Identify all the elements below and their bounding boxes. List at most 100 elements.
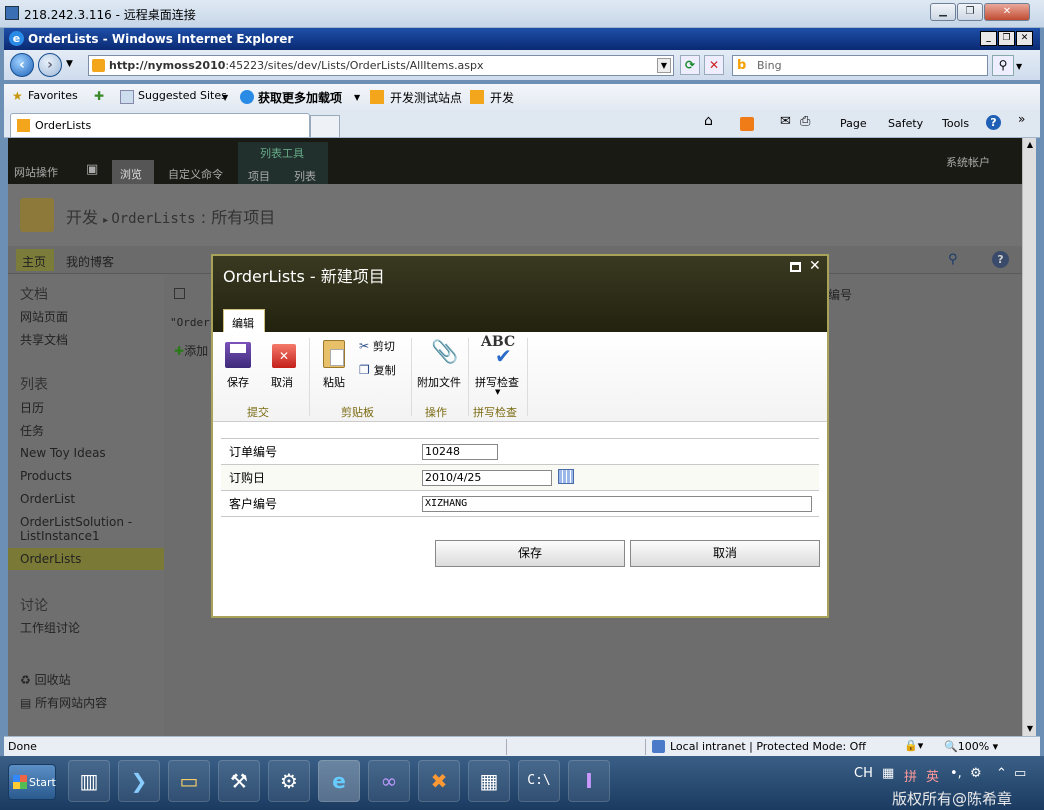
calendar-icon[interactable] xyxy=(558,469,574,484)
home-icon[interactable]: ⌂ xyxy=(704,113,713,129)
sp-search-icon[interactable]: ⚲ xyxy=(948,252,958,267)
internet-explorer-icon[interactable]: e xyxy=(318,760,360,802)
order-date-input[interactable]: 2010/4/25 xyxy=(422,470,552,486)
breadcrumb-list[interactable]: OrderLists xyxy=(111,211,195,227)
tab-list[interactable]: 列表 xyxy=(294,168,316,184)
zoom-control[interactable]: 🔍100% ▾ xyxy=(944,740,998,753)
rss-icon[interactable] xyxy=(740,117,754,131)
scroll-up-icon[interactable]: ▲ xyxy=(1024,138,1036,152)
ie-minimize-icon[interactable]: _ xyxy=(980,31,997,46)
leftnav-recycle-bin[interactable]: ♻ 回收站 xyxy=(20,671,71,688)
ribbon-paste-button[interactable]: 粘贴 xyxy=(317,338,353,389)
language-indicator[interactable]: CH xyxy=(854,766,873,781)
help-icon[interactable]: ? xyxy=(986,115,1001,130)
url-dropdown-icon[interactable]: ▼ xyxy=(657,58,671,73)
order-number-input[interactable]: 10248 xyxy=(422,444,498,460)
dialog-close-icon[interactable]: ✕ xyxy=(809,258,821,274)
addons-dropdown-icon[interactable]: ▼ xyxy=(354,93,360,102)
print-icon[interactable]: ⎙ xyxy=(800,114,810,129)
fav-suggested-sites[interactable]: Suggested Sites xyxy=(138,89,227,102)
ime-pinyin-icon[interactable]: 拼 xyxy=(904,766,917,785)
ribbon-copy-button[interactable]: ❐ 复制 xyxy=(359,362,396,378)
site-actions-menu[interactable]: 网站操作 xyxy=(14,164,58,180)
leftnav-products[interactable]: Products xyxy=(20,469,72,483)
start-button[interactable]: Start xyxy=(8,764,56,800)
leftnav-calendar[interactable]: 日历 xyxy=(20,399,44,416)
scroll-down-icon[interactable]: ▼ xyxy=(1024,722,1036,736)
leftnav-disc-heading[interactable]: 讨论 xyxy=(20,595,48,615)
spellcheck-dropdown-icon[interactable]: ▼ xyxy=(495,388,500,396)
network-icon[interactable]: ▦ xyxy=(468,760,510,802)
breadcrumb-site[interactable]: 开发 xyxy=(66,208,98,227)
visual-studio-icon[interactable]: ∞ xyxy=(368,760,410,802)
add-favorite-icon[interactable]: ✚ xyxy=(94,89,104,103)
ime-mode[interactable]: 英 xyxy=(926,766,939,785)
fav-dev[interactable]: 开发 xyxy=(490,89,514,106)
tab-edit[interactable]: 编辑 xyxy=(223,309,265,332)
history-dropdown-icon[interactable]: ▼ xyxy=(66,59,73,69)
command-prompt-icon[interactable]: C:\ xyxy=(518,760,560,802)
security-zone[interactable]: Local intranet | Protected Mode: Off xyxy=(670,740,866,753)
fav-get-addons[interactable]: 获取更多加载项 xyxy=(258,89,342,106)
rdp-title-bar[interactable]: 218.242.3.116 - 远程桌面连接 ▁ ❐ ✕ xyxy=(0,0,1044,28)
protected-mode-icon[interactable]: 🔒▾ xyxy=(904,739,923,752)
ie-restore-icon[interactable]: ❐ xyxy=(998,31,1015,46)
search-input[interactable]: b Bing xyxy=(732,55,988,76)
close-icon[interactable]: ✕ xyxy=(984,3,1030,21)
chevron-more-icon[interactable]: » xyxy=(1018,112,1025,126)
back-arrow-icon[interactable]: ‹ xyxy=(10,53,34,77)
select-all-checkbox[interactable] xyxy=(174,288,185,299)
breadcrumb-view[interactable]: 所有项目 xyxy=(211,208,275,227)
leftnav-shared-docs[interactable]: 共享文档 xyxy=(20,331,68,348)
stop-icon[interactable]: ✕ xyxy=(704,55,724,75)
infopath-icon[interactable]: I xyxy=(568,760,610,802)
ribbon-cancel-button[interactable]: ✕ 取消 xyxy=(267,338,303,389)
leftnav-tasks[interactable]: 任务 xyxy=(20,422,44,439)
mail-icon[interactable]: ✉ xyxy=(780,114,791,129)
ribbon-save-button[interactable]: 保存 xyxy=(221,338,257,389)
ribbon-spellcheck-button[interactable]: ABC ✔ 拼写检查 ▼ xyxy=(473,334,525,398)
ime-punct-icon[interactable]: •, xyxy=(950,766,962,781)
leftnav-site-pages[interactable]: 网站页面 xyxy=(20,308,68,325)
tools-icon[interactable]: ⚒ xyxy=(218,760,260,802)
add-new-item-link[interactable]: ✚添加 xyxy=(174,342,208,359)
page-menu[interactable]: Page xyxy=(840,117,867,130)
navigate-up-icon[interactable]: ▣ xyxy=(86,162,98,177)
ribbon-cut-button[interactable]: ✂ 剪切 xyxy=(359,338,395,354)
leftnav-team-discussion[interactable]: 工作组讨论 xyxy=(20,619,80,636)
leftnav-orderlist[interactable]: OrderList xyxy=(20,492,75,506)
forward-arrow-icon[interactable]: › xyxy=(38,53,62,77)
leftnav-orderlists-selected[interactable]: OrderLists xyxy=(8,548,164,570)
topnav-home[interactable]: 主页 xyxy=(16,249,54,271)
favorites-button[interactable]: Favorites xyxy=(28,89,78,102)
suggested-dropdown-icon[interactable]: ▼ xyxy=(222,93,228,102)
url-input[interactable]: http://nymoss2010:45223/sites/dev/Lists/… xyxy=(88,55,674,76)
search-icon[interactable]: ⚲ xyxy=(992,55,1014,76)
settings-gear-icon[interactable]: ⚙ xyxy=(268,760,310,802)
show-desktop-icon[interactable]: ▭ xyxy=(1014,766,1026,781)
refresh-icon[interactable]: ⟳ xyxy=(680,55,700,75)
tab-items[interactable]: 项目 xyxy=(248,168,270,184)
leftnav-orderlist-solution[interactable]: OrderListSolution - ListInstance1 xyxy=(20,515,152,543)
toolbox-icon[interactable]: ✖ xyxy=(418,760,460,802)
tools-menu[interactable]: Tools xyxy=(942,117,969,130)
fav-dev-test-site[interactable]: 开发测试站点 xyxy=(390,89,462,106)
tab-custom-commands[interactable]: 自定义命令 xyxy=(168,166,223,182)
leftnav-all-content[interactable]: ▤ 所有网站内容 xyxy=(20,694,107,711)
leftnav-docs-heading[interactable]: 文档 xyxy=(20,284,48,304)
maximize-icon[interactable] xyxy=(790,262,801,272)
new-tab-button[interactable] xyxy=(310,115,340,137)
leftnav-new-toy-ideas[interactable]: New Toy Ideas xyxy=(20,446,106,460)
minimize-icon[interactable]: ▁ xyxy=(930,3,956,21)
leftnav-lists-heading[interactable]: 列表 xyxy=(20,374,48,394)
safety-menu[interactable]: Safety xyxy=(888,117,923,130)
explorer-folder-icon[interactable]: ▭ xyxy=(168,760,210,802)
ie-title-bar[interactable]: e OrderLists - Windows Internet Explorer… xyxy=(4,28,1040,50)
ribbon-attach-button[interactable]: 📎 附加文件 xyxy=(417,338,465,389)
restore-icon[interactable]: ❐ xyxy=(957,3,983,21)
sp-help-icon[interactable]: ? xyxy=(992,251,1009,268)
cancel-button[interactable]: 取消 xyxy=(630,540,820,567)
user-menu[interactable]: 系统帐户 xyxy=(946,154,990,170)
customer-number-input[interactable]: XIZHANG xyxy=(422,496,812,512)
server-manager-icon[interactable]: ▥ xyxy=(68,760,110,802)
